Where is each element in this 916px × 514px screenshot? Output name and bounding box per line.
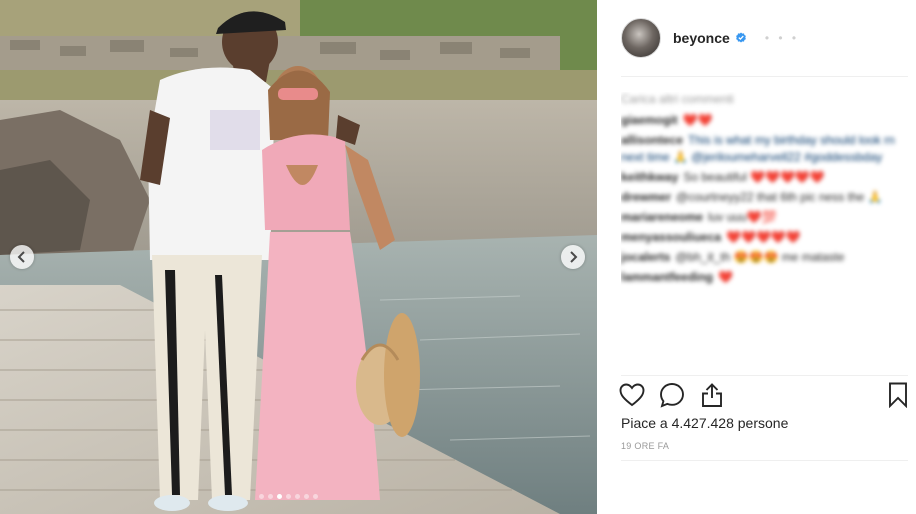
carousel-dot <box>304 494 309 499</box>
divider <box>621 460 908 461</box>
carousel-dot <box>268 494 273 499</box>
share-button[interactable] <box>698 381 726 409</box>
comment-item: lammantfeeding ❤️ <box>621 269 908 286</box>
comment-item: allisontece This is what my birthday shou… <box>621 132 908 166</box>
comment-username[interactable]: jocalerts <box>621 250 670 264</box>
comment-text: So beautiful ❤️❤️❤️❤️❤️ <box>683 170 825 184</box>
photo-image <box>0 0 597 514</box>
bookmark-icon <box>889 382 907 408</box>
comment-username[interactable]: keithkway <box>621 170 678 184</box>
comment-text: ❤️❤️ <box>682 113 713 127</box>
carousel-dot-active <box>277 494 282 499</box>
comment-item: menyassouliueca ❤️❤️❤️❤️❤️ <box>621 229 908 246</box>
comment-item: giaemogit ❤️❤️ <box>621 112 908 129</box>
verified-badge-icon <box>735 32 746 43</box>
comment-item: drewmer @courtneyy22 that 6th pic ness th… <box>621 189 908 206</box>
likes-count[interactable]: Piace a 4.427.428 persone <box>621 415 788 431</box>
carousel-indicator <box>259 494 318 499</box>
carousel-dot <box>259 494 264 499</box>
like-button[interactable] <box>618 381 646 409</box>
comment-text: luv uuu❤️💯 <box>708 210 777 224</box>
post-photo[interactable] <box>0 0 597 514</box>
heart-icon <box>619 383 645 407</box>
more-options-icon[interactable]: • • • <box>765 31 799 45</box>
comment-item: keithkway So beautiful ❤️❤️❤️❤️❤️ <box>621 169 908 186</box>
comments-list: Carica altri commenti giaemogit ❤️❤️ alli… <box>621 92 908 374</box>
comment-username[interactable]: lammantfeeding <box>621 270 713 284</box>
comment-username[interactable]: giaemogit <box>621 113 678 127</box>
comment-username[interactable]: allisontece <box>621 133 683 147</box>
carousel-dot <box>295 494 300 499</box>
comment-text: @courtneyy22 that 6th pic ness the 🙏 <box>676 190 883 204</box>
post-timestamp[interactable]: 19 ORE FA <box>621 441 669 451</box>
carousel-dot <box>286 494 291 499</box>
comment-text: ❤️❤️❤️❤️❤️ <box>726 230 801 244</box>
load-more-comments-link[interactable]: Carica altri commenti <box>621 92 908 106</box>
comment-button[interactable] <box>658 381 686 409</box>
carousel-dot <box>313 494 318 499</box>
comment-username[interactable]: drewmer <box>621 190 671 204</box>
chevron-right-icon <box>570 251 578 263</box>
divider <box>621 76 908 77</box>
chevron-left-icon <box>17 251 25 263</box>
post-header: beyonce • • • <box>621 18 799 58</box>
save-button[interactable] <box>884 381 912 409</box>
comment-username[interactable]: mariareneome <box>621 210 703 224</box>
post-actions <box>618 381 908 409</box>
comment-text: ❤️ <box>718 270 733 284</box>
carousel-next-button[interactable] <box>561 245 585 269</box>
post-side-panel: beyonce • • • Carica altri commenti giae… <box>597 0 916 514</box>
avatar[interactable] <box>621 18 661 58</box>
comment-bubble-icon <box>660 383 684 408</box>
comment-item: mariareneome luv uuu❤️💯 <box>621 209 908 226</box>
share-icon <box>702 383 722 407</box>
carousel-prev-button[interactable] <box>10 245 34 269</box>
comment-item: jocalerts @bh_it_th 😍😍😍 me mataste <box>621 249 908 266</box>
divider <box>621 375 908 376</box>
comment-username[interactable]: menyassouliueca <box>621 230 721 244</box>
username-link[interactable]: beyonce <box>673 30 730 46</box>
comment-text: @bh_it_th 😍😍😍 me mataste <box>675 250 845 264</box>
